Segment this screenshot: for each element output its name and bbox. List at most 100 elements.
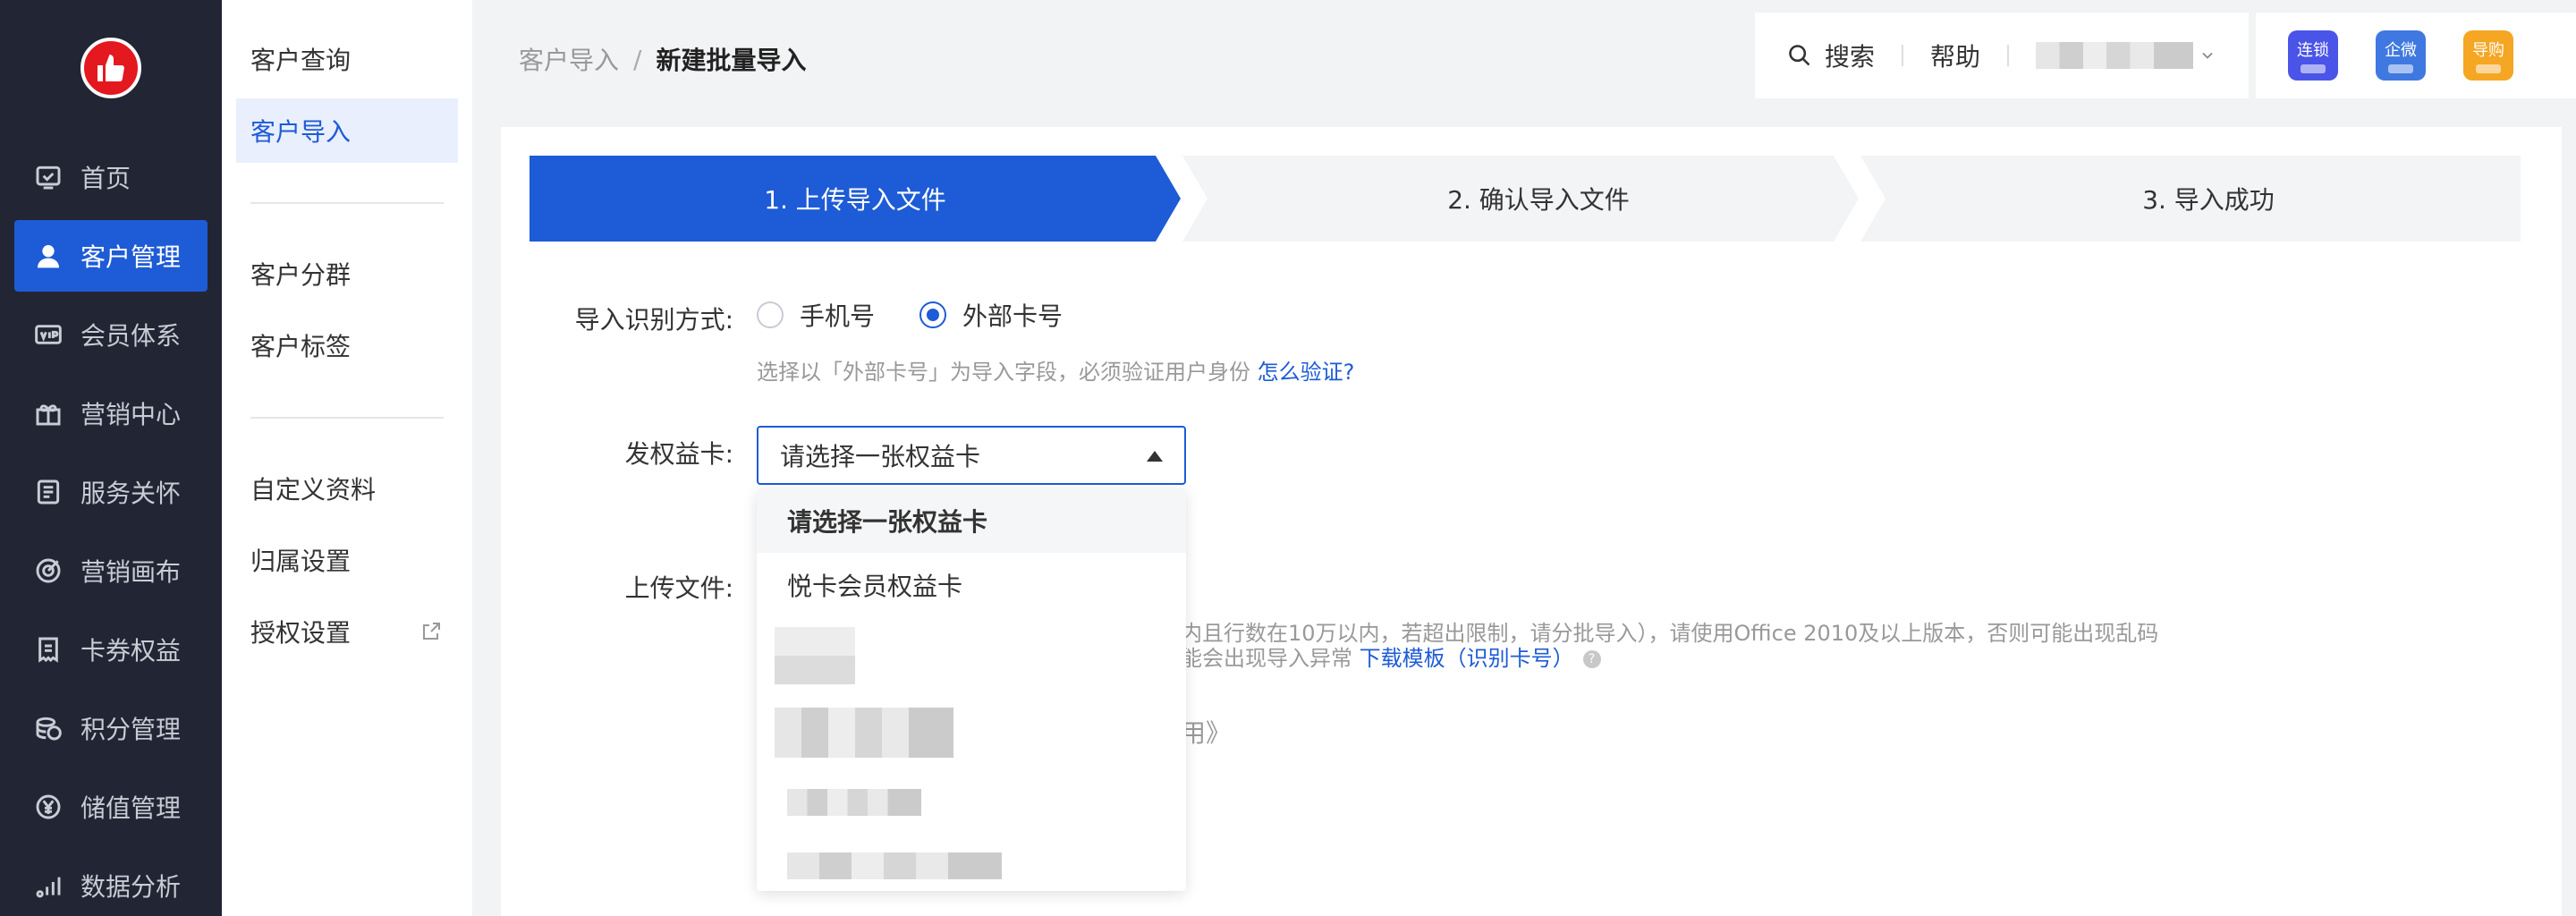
subnav-label: 客户查询	[250, 46, 352, 75]
help-label: 帮助	[1930, 42, 1981, 72]
subnav-item-ownership[interactable]: 归属设置	[236, 528, 458, 592]
identify-method-label: 导入识别方式:	[574, 305, 733, 335]
nav-item-analytics[interactable]: 数据分析	[14, 850, 208, 916]
coupon-icon	[32, 633, 64, 666]
brand-logo[interactable]	[80, 38, 141, 98]
app-wecom-button[interactable]: 企微	[2376, 30, 2426, 81]
step-success: 3. 导入成功	[1860, 156, 2521, 242]
target-icon	[32, 555, 64, 587]
subnav-item-custom-profile[interactable]: 自定义资料	[236, 456, 458, 521]
nav-item-canvas[interactable]: 营销画布	[14, 535, 208, 606]
step-label: 3. 导入成功	[2142, 185, 2275, 215]
app-label: 企微	[2385, 41, 2417, 60]
search-label: 搜索	[1825, 42, 1876, 72]
account-menu[interactable]	[2036, 42, 2216, 69]
breadcrumb: 客户导入 / 新建批量导入	[519, 41, 806, 77]
nav-item-label: 客户管理	[80, 242, 182, 272]
help-button[interactable]: 帮助	[1930, 38, 1980, 73]
nav-item-home[interactable]: 首页	[14, 141, 208, 213]
redacted-block	[787, 789, 921, 816]
toolbar-divider	[1902, 45, 1904, 66]
toolbar-divider	[2007, 45, 2010, 66]
nav-item-label: 储值管理	[80, 793, 182, 823]
dropdown-option-redacted[interactable]	[757, 834, 1186, 891]
app-guide-button[interactable]: 导购	[2463, 30, 2513, 81]
select-value: 请选择一张权益卡	[780, 442, 981, 471]
points-icon	[32, 712, 64, 744]
radio-label: 外部卡号	[962, 301, 1063, 331]
option-label: 悦卡会员权益卡	[787, 572, 963, 601]
account-name-redacted	[2036, 42, 2194, 69]
subnav-item-tags[interactable]: 客户标签	[236, 313, 458, 377]
chevron-down-icon	[2202, 52, 2213, 59]
radio-phone[interactable]: 手机号	[757, 297, 875, 333]
nav-item-service[interactable]: 服务关怀	[14, 456, 208, 528]
breadcrumb-separator: /	[633, 44, 642, 74]
breadcrumb-parent[interactable]: 客户导入	[519, 41, 619, 77]
nav-item-marketing[interactable]: 营销中心	[14, 377, 208, 449]
identify-method-radio-group: 手机号 外部卡号	[757, 297, 1107, 333]
card-select-dropdown: 请选择一张权益卡 悦卡会员权益卡	[757, 488, 1186, 891]
nav-item-customer[interactable]: 客户管理	[14, 220, 208, 292]
yuan-icon	[32, 791, 64, 823]
how-to-verify-link[interactable]: 怎么验证?	[1258, 360, 1355, 385]
dropdown-option-redacted[interactable]	[757, 694, 1186, 771]
download-template-link[interactable]: 下载模板（识别卡号）	[1360, 646, 1574, 671]
subnav-label: 客户标签	[250, 332, 352, 361]
nav-item-label: 卡券权益	[80, 636, 182, 666]
dropdown-option[interactable]: 请选择一张权益卡	[757, 488, 1186, 553]
upload-desc-text: 能会出现导入异常	[1181, 646, 1360, 671]
step-label: 2. 确认导入文件	[1447, 185, 1630, 215]
vip-icon	[32, 318, 64, 351]
import-card: 1. 上传导入文件 2. 确认导入文件 3. 导入成功 导入识别方式: 手机号 …	[501, 127, 2562, 916]
caret-up-icon	[1147, 451, 1163, 462]
app-chain-button[interactable]: 连锁	[2288, 30, 2338, 81]
nav-item-label: 首页	[80, 164, 131, 193]
nav-item-label: 营销画布	[80, 557, 182, 587]
card-select-label: 发权益卡:	[624, 439, 733, 469]
identify-hint: 选择以「外部卡号」为导入字段，必须验证用户身份 怎么验证?	[757, 354, 1354, 386]
search-icon	[1789, 45, 1810, 66]
dropdown-option[interactable]: 悦卡会员权益卡	[757, 553, 1186, 617]
nav-item-coupon[interactable]: 卡券权益	[14, 614, 208, 685]
nav-item-label: 营销中心	[80, 400, 182, 429]
subnav-item-query[interactable]: 客户查询	[236, 27, 458, 91]
nav-item-label: 积分管理	[80, 715, 182, 744]
redacted-block	[787, 852, 1002, 879]
main-nav: 首页 客户管理 会员体系 营销中心 服务关怀 营销画布 卡券权益 积分管理 储值…	[0, 0, 222, 916]
radio-external-card[interactable]: 外部卡号	[919, 297, 1063, 333]
card-select[interactable]: 请选择一张权益卡	[757, 426, 1186, 485]
nav-item-label: 数据分析	[80, 872, 182, 902]
dropdown-option-redacted[interactable]	[757, 617, 1186, 694]
subnav-label: 客户分群	[250, 260, 352, 290]
subnav-label: 授权设置	[250, 618, 352, 648]
redacted-block	[775, 627, 855, 684]
subnav-divider	[250, 417, 444, 419]
nav-item-balance[interactable]: 储值管理	[14, 771, 208, 843]
help-icon[interactable]: ?	[1582, 650, 1601, 668]
progress-steps: 1. 上传导入文件 2. 确认导入文件 3. 导入成功	[530, 156, 2521, 242]
option-label: 请选择一张权益卡	[787, 507, 988, 537]
nav-item-vip[interactable]: 会员体系	[14, 299, 208, 370]
app-label: 连锁	[2297, 41, 2329, 60]
subnav-label: 客户导入	[250, 117, 352, 147]
hint-text: 选择以「外部卡号」为导入字段，必须验证用户身份	[757, 360, 1258, 385]
step-confirm: 2. 确认导入文件	[1182, 156, 1859, 242]
chart-icon	[32, 869, 64, 902]
upload-description-2: 能会出现导入异常 下载模板（识别卡号）?	[1181, 640, 1601, 672]
dropdown-option-redacted[interactable]	[757, 771, 1186, 834]
subnav-item-authorization[interactable]: 授权设置	[236, 599, 458, 664]
app-label: 导购	[2472, 41, 2504, 60]
thumbs-up-icon	[97, 55, 124, 82]
nav-item-label: 会员体系	[80, 321, 182, 351]
home-icon	[32, 161, 64, 193]
step-label: 1. 上传导入文件	[764, 185, 946, 215]
subnav-item-segment[interactable]: 客户分群	[236, 242, 458, 306]
instruction-link[interactable]: 用》	[1181, 714, 1231, 750]
nav-item-points[interactable]: 积分管理	[14, 692, 208, 764]
search-button[interactable]: 搜索	[1787, 38, 1875, 73]
sub-nav: 客户查询 客户导入 客户分群 客户标签 自定义资料 归属设置 授权设置	[222, 0, 472, 916]
subnav-item-import[interactable]: 客户导入	[236, 98, 458, 163]
radio-circle	[919, 301, 947, 328]
upload-file-label: 上传文件:	[624, 573, 733, 603]
